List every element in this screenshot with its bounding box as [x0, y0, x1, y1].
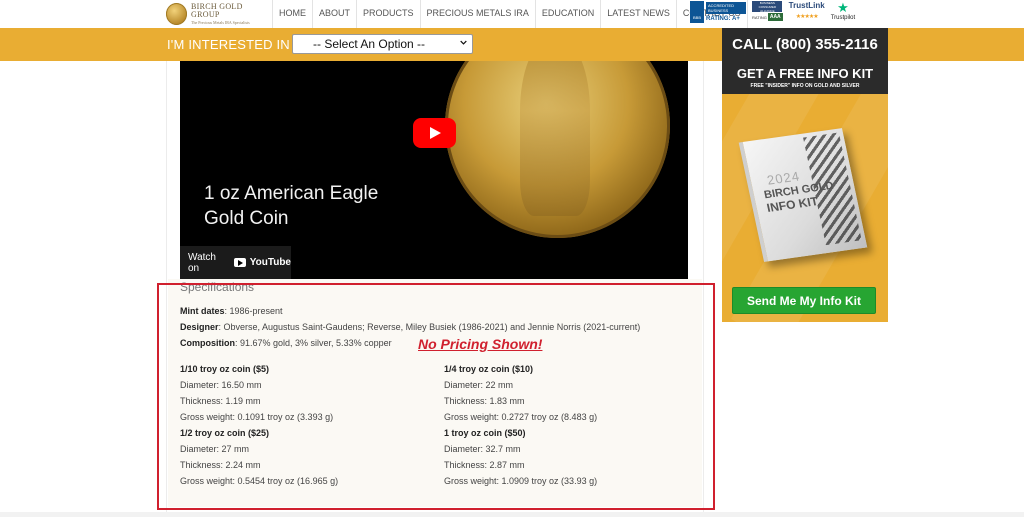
nav-products[interactable]: PRODUCTS — [356, 0, 420, 28]
composition-value: : 91.67% gold, 3% silver, 5.33% copper — [235, 338, 392, 348]
coin-diameter: Diameter: 16.50 mm — [180, 380, 262, 390]
video-title-line1: 1 oz American Eagle — [204, 183, 379, 204]
play-icon[interactable] — [413, 118, 456, 148]
trustpilot-badge[interactable]: ★ Trustpilot — [830, 0, 856, 22]
chevron-down-icon — [460, 40, 467, 45]
bca-rating-label: RATING — [752, 14, 767, 20]
youtube-icon — [233, 258, 246, 267]
birch-gold-logo[interactable]: BIRCH GOLD GROUP The Precious Metals IRA… — [166, 2, 270, 26]
bca-rating: AAA — [767, 13, 783, 21]
coin-thickness: Thickness: 2.87 mm — [444, 460, 525, 470]
coin-figure-image — [520, 61, 590, 216]
nav-education[interactable]: EDUCATION — [534, 0, 600, 28]
call-phone-link[interactable]: CALL (800) 355-2116 — [722, 28, 888, 61]
designer-value: : Obverse, Augustus Saint-Gaudens; Rever… — [218, 322, 641, 332]
nav-latest-news[interactable]: LATEST NEWS — [600, 0, 676, 28]
nav-precious-metals-ira[interactable]: PRECIOUS METALS IRA — [419, 0, 535, 28]
logo-coin-icon — [166, 3, 188, 25]
coin-title: 1 troy oz coin ($50) — [444, 428, 526, 438]
coin-diameter: Diameter: 22 mm — [444, 380, 514, 390]
coin-thickness: Thickness: 1.19 mm — [180, 396, 261, 406]
bca-logo: BUSINESS CONSUMER ALLIANCE — [752, 1, 783, 13]
site-header: BIRCH GOLD GROUP The Precious Metals IRA… — [0, 0, 1024, 29]
mint-dates-line: Mint dates: 1986-present — [180, 306, 283, 316]
logo-tagline: The Precious Metals IRA Specialists — [191, 20, 250, 25]
designer-line: Designer: Obverse, Augustus Saint-Gauden… — [180, 322, 640, 332]
bca-badge[interactable]: BUSINESS CONSUMER ALLIANCE RATING AAA — [752, 1, 783, 21]
coin-spec-tenth: 1/10 troy oz coin ($5) Diameter: 16.50 m… — [180, 364, 333, 422]
video-title: 1 oz American Eagle Gold Coin — [204, 181, 378, 231]
send-info-kit-button[interactable]: Send Me My Info Kit — [732, 287, 876, 314]
coin-thickness: Thickness: 1.83 mm — [444, 396, 525, 406]
coin-title: 1/2 troy oz coin ($25) — [180, 428, 270, 438]
coin-diameter: Diameter: 32.7 mm — [444, 444, 521, 454]
bbb-badge[interactable]: BBB ACCREDITED BUSINESS RATING: A+ — [690, 1, 746, 23]
coin-thickness: Thickness: 2.24 mm — [180, 460, 261, 470]
mint-dates-value: : 1986-present — [224, 306, 283, 316]
page-bottom-edge — [0, 512, 1024, 517]
specifications-heading: Specifications — [180, 280, 255, 294]
logo-name: BIRCH GOLD GROUP — [191, 2, 243, 19]
nav-about[interactable]: ABOUT — [312, 0, 356, 28]
bbb-accredited-label: ACCREDITED BUSINESS — [706, 2, 746, 14]
coin-spec-half: 1/2 troy oz coin ($25) Diameter: 27 mm T… — [180, 428, 338, 486]
coin-weight: Gross weight: 0.1091 troy oz (3.393 g) — [180, 412, 334, 422]
watch-on-youtube-button[interactable]: Watch on YouTube — [180, 246, 291, 279]
coin-title: 1/10 troy oz coin ($5) — [180, 364, 270, 374]
trustpilot-name: Trustpilot — [830, 15, 856, 21]
watch-label: Watch on — [188, 251, 216, 274]
video-title-line2: Gold Coin — [204, 208, 289, 229]
interest-select[interactable]: -- Select An Option -- — [292, 34, 473, 54]
select-value: -- Select An Option -- — [313, 37, 426, 51]
bbb-rating: RATING: A+ — [706, 16, 740, 22]
trust-badges: BBB ACCREDITED BUSINESS RATING: A+ BUSIN… — [690, 1, 855, 27]
trustlink-badge[interactable]: TrustLink ★★★★★ — [789, 1, 825, 20]
youtube-label: YouTube — [249, 257, 291, 268]
info-kit-subtitle: FREE "INSIDER" INFO ON GOLD AND SILVER — [750, 83, 860, 89]
mint-dates-label: Mint dates — [180, 306, 225, 316]
coin-weight: Gross weight: 1.0909 troy oz (33.93 g) — [444, 476, 598, 486]
trustlink-stars-icon: ★★★★★ — [795, 14, 819, 20]
coin-title: 1/4 troy oz coin ($10) — [444, 364, 534, 374]
info-kit-title: GET A FREE INFO KIT — [736, 66, 874, 81]
coin-weight: Gross weight: 0.5454 troy oz (16.965 g) — [180, 476, 339, 486]
bbb-torch-icon: BBB — [690, 1, 704, 23]
coin-diameter: Diameter: 27 mm — [180, 444, 250, 454]
nav-home[interactable]: HOME — [272, 0, 312, 28]
no-pricing-annotation: No Pricing Shown! — [418, 336, 543, 352]
coin-spec-quarter: 1/4 troy oz coin ($10) Diameter: 22 mm T… — [444, 364, 597, 422]
main-nav: HOME ABOUT PRODUCTS PRECIOUS METALS IRA … — [272, 0, 748, 28]
composition-label: Composition — [180, 338, 235, 348]
coin-weight: Gross weight: 0.2727 troy oz (8.483 g) — [444, 412, 598, 422]
designer-label: Designer — [180, 322, 219, 332]
trustpilot-star-icon: ★ — [837, 0, 849, 15]
trustlink-name: TrustLink — [788, 1, 825, 10]
coin-spec-one: 1 troy oz coin ($50) Diameter: 32.7 mm T… — [444, 428, 597, 486]
youtube-video[interactable]: 1 oz American Eagle Gold Coin Watch on Y… — [180, 61, 688, 279]
interest-label: I'M INTERESTED IN > — [167, 37, 302, 52]
composition-line: Composition: 91.67% gold, 3% silver, 5.3… — [180, 338, 392, 348]
